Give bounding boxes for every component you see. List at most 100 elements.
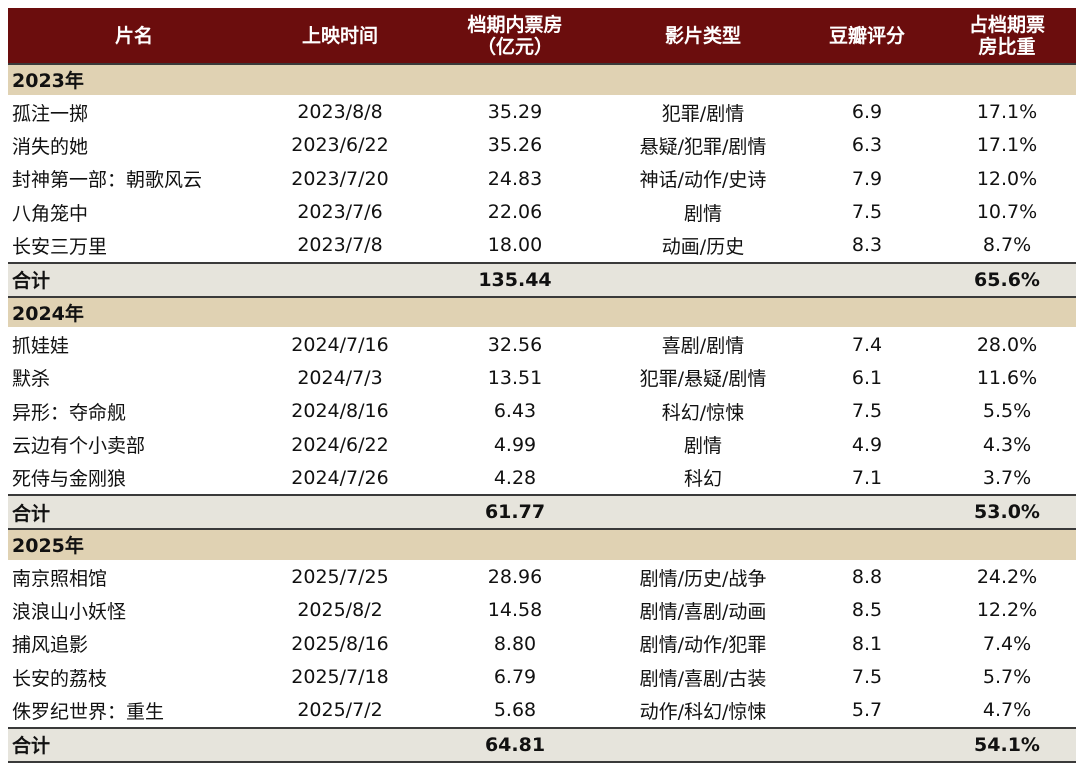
share-cell: 11.6% xyxy=(976,366,1038,389)
film-name-cell: 异形：夺命舰 xyxy=(12,401,127,424)
share-cell: 10.7% xyxy=(976,201,1038,224)
film-name-cell: 长安三万里 xyxy=(12,235,108,258)
table-body: 2023年 孤注一掷 2023/8/8 35.29 犯罪/剧情 6.9 17.1% 消失的她 2… xyxy=(8,63,1076,763)
release-date-cell: 2025/8/16 xyxy=(291,632,389,655)
header-box-office-line2: （亿元） xyxy=(476,35,553,58)
share-cell: 5.5% xyxy=(982,400,1032,423)
table-row: 异形：夺命舰 2024/8/16 6.43 科幻/惊悚 7.5 5.5% xyxy=(8,394,1076,428)
release-date-cell: 2024/7/16 xyxy=(260,327,420,361)
share-cell: 4.3% xyxy=(982,433,1032,456)
film-name-cell: 孤注一掷 xyxy=(8,94,260,129)
box-office-cell: 22.06 xyxy=(487,201,543,224)
box-office-cell: 28.96 xyxy=(420,559,610,594)
table-row: 消失的她 2023/6/22 35.26 悬疑/犯罪/剧情 6.3 17.1% xyxy=(8,128,1076,162)
genre-cell: 剧情/历史/战争 xyxy=(610,559,796,594)
share-cell: 17.1% xyxy=(938,94,1076,129)
film-name-cell: 长安的荔枝 xyxy=(12,667,108,690)
year-label: 2024年 xyxy=(8,295,1076,328)
genre-cell: 犯罪/剧情 xyxy=(610,94,796,129)
box-office-cell: 18.00 xyxy=(487,234,543,257)
header-release-date: 上映时间 xyxy=(301,24,378,47)
release-date-cell: 2023/7/6 xyxy=(297,201,383,224)
header-douban-rating: 豆瓣评分 xyxy=(828,24,905,47)
year-section-header: 2025年 xyxy=(8,528,1076,560)
genre-cell: 剧情 xyxy=(683,202,722,225)
film-name-cell: 八角笼中 xyxy=(12,202,89,225)
header-genre: 影片类型 xyxy=(664,24,741,47)
share-cell: 5.7% xyxy=(982,666,1032,689)
rating-cell: 7.5 xyxy=(851,400,883,423)
box-office-cell: 6.43 xyxy=(493,400,537,423)
rating-cell: 7.4 xyxy=(796,327,938,361)
share-cell: 7.4% xyxy=(982,632,1032,655)
rating-cell: 5.7 xyxy=(851,699,883,722)
total-box-office: 61.77 xyxy=(420,494,610,530)
box-office-cell: 35.26 xyxy=(487,134,543,157)
box-office-cell: 5.68 xyxy=(493,699,537,722)
film-name-cell: 消失的她 xyxy=(12,135,89,158)
box-office-cell: 32.56 xyxy=(420,327,610,361)
film-name-cell: 默杀 xyxy=(12,368,51,391)
table-row: 默杀 2024/7/3 13.51 犯罪/悬疑/剧情 6.1 11.6% xyxy=(8,361,1076,395)
total-share: 54.1% xyxy=(938,726,1076,763)
header-share-line2: 房比重 xyxy=(978,35,1036,58)
year-label: 2025年 xyxy=(8,528,1076,560)
genre-cell: 动画/历史 xyxy=(661,235,745,258)
total-empty-rating xyxy=(796,494,938,530)
total-empty-genre xyxy=(610,726,796,763)
total-empty-genre xyxy=(610,261,796,298)
header-share: 占档期票 房比重 xyxy=(938,8,1076,64)
table-row: 死侍与金刚狼 2024/7/26 4.28 科幻 7.1 3.7% xyxy=(8,461,1076,495)
year-label: 2023年 xyxy=(8,63,1076,95)
total-row: 合计 61.77 53.0% xyxy=(8,494,1076,530)
share-cell: 8.7% xyxy=(982,234,1032,257)
genre-cell: 剧情/喜剧/动画 xyxy=(639,600,767,623)
film-name-cell: 封神第一部：朝歌风云 xyxy=(12,169,203,192)
genre-cell: 剧情/动作/犯罪 xyxy=(639,634,767,657)
genre-cell: 科幻/惊悚 xyxy=(661,401,745,424)
box-office-cell: 14.58 xyxy=(487,599,543,622)
film-name-cell: 浪浪山小妖怪 xyxy=(12,600,127,623)
box-office-table: 片名 上映时间 档期内票房 （亿元） 影片类型 豆瓣评分 占档期票 房比重 20… xyxy=(8,8,1076,763)
table-row: 捕风追影 2025/8/16 8.80 剧情/动作/犯罪 8.1 7.4% xyxy=(8,627,1076,661)
genre-cell: 剧情 xyxy=(683,435,722,458)
share-cell: 12.2% xyxy=(976,599,1038,622)
box-office-cell: 6.79 xyxy=(493,666,537,689)
release-date-cell: 2025/7/25 xyxy=(260,559,420,594)
year-section-header: 2023年 xyxy=(8,63,1076,95)
header-box-office: 档期内票房 （亿元） xyxy=(420,8,610,64)
total-box-office: 135.44 xyxy=(420,261,610,298)
genre-cell: 科幻 xyxy=(683,468,722,491)
table-row: 南京照相馆 2025/7/25 28.96 剧情/历史/战争 8.8 24.2% xyxy=(8,559,1076,594)
release-date-cell: 2023/7/8 xyxy=(297,234,383,257)
total-empty-date xyxy=(260,261,420,298)
total-share: 53.0% xyxy=(938,494,1076,530)
film-name-cell: 捕风追影 xyxy=(12,634,89,657)
table-row: 浪浪山小妖怪 2025/8/2 14.58 剧情/喜剧/动画 8.5 12.2% xyxy=(8,593,1076,627)
total-label: 合计 xyxy=(8,494,260,530)
rating-cell: 7.5 xyxy=(851,201,883,224)
header-film-name: 片名 xyxy=(114,24,153,47)
table-row: 孤注一掷 2023/8/8 35.29 犯罪/剧情 6.9 17.1% xyxy=(8,94,1076,129)
film-name-cell: 侏罗纪世界：重生 xyxy=(12,700,165,723)
genre-cell: 剧情/喜剧/古装 xyxy=(639,667,767,690)
release-date-cell: 2024/7/3 xyxy=(297,366,383,389)
share-cell: 12.0% xyxy=(976,167,1038,190)
total-label: 合计 xyxy=(8,726,260,763)
share-cell: 28.0% xyxy=(938,327,1076,361)
box-office-cell: 13.51 xyxy=(487,366,543,389)
year-section-header: 2024年 xyxy=(8,295,1076,328)
total-empty-genre xyxy=(610,494,796,530)
total-empty-date xyxy=(260,726,420,763)
box-office-table-container: 片名 上映时间 档期内票房 （亿元） 影片类型 豆瓣评分 占档期票 房比重 20… xyxy=(8,8,1076,763)
release-date-cell: 2023/8/8 xyxy=(260,94,420,129)
box-office-cell: 24.83 xyxy=(487,167,543,190)
box-office-cell: 35.29 xyxy=(420,94,610,129)
film-name-cell: 死侍与金刚狼 xyxy=(12,468,127,491)
box-office-cell: 4.28 xyxy=(493,466,537,489)
rating-cell: 4.9 xyxy=(851,433,883,456)
rating-cell: 6.3 xyxy=(851,134,883,157)
total-empty-rating xyxy=(796,726,938,763)
table-row: 抓娃娃 2024/7/16 32.56 喜剧/剧情 7.4 28.0% xyxy=(8,327,1076,361)
rating-cell: 6.1 xyxy=(851,366,883,389)
